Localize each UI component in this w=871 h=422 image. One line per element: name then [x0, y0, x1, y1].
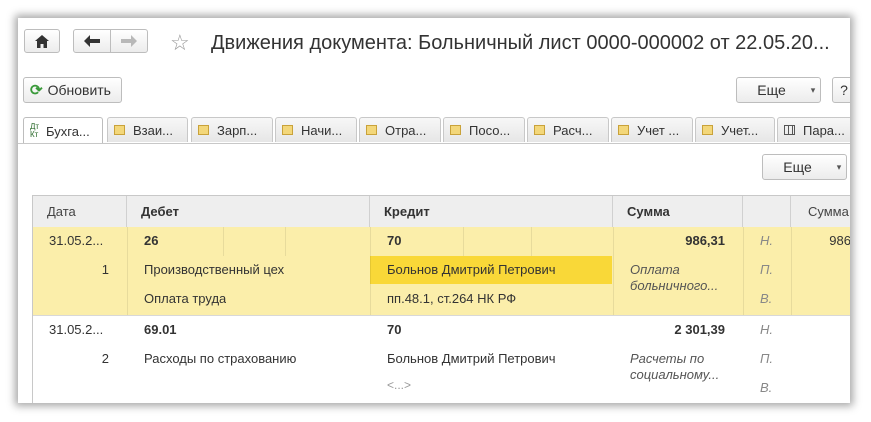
cell-debit-subconto-1: Производственный цех [144, 262, 285, 277]
column-divider [127, 227, 128, 315]
table-icon [784, 125, 795, 135]
tab-label: Бухга... [46, 123, 90, 139]
column-divider [791, 227, 792, 315]
document-movements-window: ☆ Движения документа: Больничный лист 00… [18, 18, 850, 403]
tab-label: Зарп... [217, 122, 258, 138]
tab-accounting[interactable]: Дт Кт Бухга... [23, 117, 103, 144]
column-divider [463, 227, 464, 256]
more-label: Еще [757, 82, 786, 98]
tab-label: Пара... [803, 122, 845, 138]
cell-debit-account: 26 [144, 233, 159, 248]
movements-table: Дата Дебет Кредит Сумма Сумма 31.05.2...… [32, 195, 850, 403]
cell-credit-subconto-2: пп.48.1, ст.264 НК РФ [387, 291, 517, 306]
column-divider [743, 227, 744, 315]
tab-register[interactable]: Расч... [527, 117, 609, 142]
cell-line-number: 1 [101, 262, 109, 277]
tab-divider [18, 143, 850, 144]
cell-line-number: 2 [101, 351, 109, 366]
column-divider [285, 227, 286, 256]
tab-label: Взаи... [133, 122, 173, 138]
cell-sum: 2 301,39 [674, 322, 725, 337]
register-icon [198, 125, 209, 135]
tab-label: Учет ... [637, 122, 680, 138]
column-sum[interactable]: Сумма [613, 196, 743, 227]
register-icon [282, 125, 293, 135]
cell-sum-2: 986 [829, 233, 850, 248]
home-button[interactable] [24, 29, 60, 53]
dt-kt-icon: Дт Кт [30, 122, 40, 139]
cell-debit-account: 69.01 [144, 322, 177, 337]
tab-register[interactable]: Учет... [695, 117, 775, 142]
cell-credit-subconto-2: <...> [387, 378, 412, 392]
arrow-left-icon [84, 35, 100, 47]
column-debit[interactable]: Дебет [127, 196, 370, 227]
tab-register[interactable]: Учет ... [611, 117, 693, 142]
refresh-label: Обновить [47, 82, 111, 98]
star-icon[interactable]: ☆ [170, 30, 190, 56]
cell-content-line-1: Расчеты по [630, 351, 705, 366]
forward-button[interactable] [110, 29, 148, 53]
column-divider [531, 227, 532, 256]
cell-credit-account: 70 [387, 233, 402, 248]
tab-register[interactable]: Пара... [777, 117, 850, 142]
cell-flag-1: Н. [760, 322, 773, 337]
cell-flag-2: П. [760, 351, 774, 366]
register-icon [534, 125, 545, 135]
column-extra[interactable] [743, 196, 791, 227]
chevron-down-icon: ▾ [836, 161, 842, 172]
cell-flag-3: В. [760, 380, 773, 395]
cell-sum: 986,31 [685, 233, 725, 248]
page-title: Движения документа: Больничный лист 0000… [211, 32, 830, 54]
column-sum-2[interactable]: Сумма [791, 196, 850, 227]
column-credit[interactable]: Кредит [370, 196, 613, 227]
table-more-button[interactable]: Еще ▾ [762, 154, 847, 180]
cell-content-line-2: социальному... [630, 367, 720, 382]
cell-date: 31.05.2... [49, 322, 104, 337]
tab-register[interactable]: Отра... [359, 117, 441, 142]
help-button[interactable]: ? [832, 77, 850, 103]
cell-content-line-1: Оплата [630, 262, 680, 277]
register-icon [702, 125, 713, 135]
column-date[interactable]: Дата [33, 196, 127, 227]
arrow-right-icon [121, 35, 137, 47]
cell-content-line-2: больничного... [630, 278, 719, 293]
register-tabs: Дт Кт Бухга... Взаи... Зарп... Начи... От… [23, 117, 850, 144]
more-button[interactable]: Еще ▾ [736, 77, 821, 103]
tab-label: Учет... [721, 122, 759, 138]
tab-register[interactable]: Взаи... [107, 117, 188, 142]
back-button[interactable] [73, 29, 111, 53]
cell-flag-2: П. [760, 262, 774, 277]
refresh-icon: ⟳ [30, 82, 43, 99]
tab-label: Отра... [385, 122, 427, 138]
cell-credit-subconto-1: Больнов Дмитрий Петрович [387, 351, 556, 366]
tab-label: Расч... [553, 122, 593, 138]
register-icon [114, 125, 125, 135]
tab-label: Посо... [469, 122, 511, 138]
table-header: Дата Дебет Кредит Сумма Сумма [33, 196, 850, 228]
cell-debit-subconto-2: Оплата труда [144, 291, 227, 306]
tab-register[interactable]: Начи... [275, 117, 357, 142]
register-icon [450, 125, 461, 135]
chevron-down-icon: ▾ [810, 84, 816, 95]
cell-debit-subconto-1: Расходы по страхованию [144, 351, 297, 366]
cell-credit-account: 70 [387, 322, 402, 337]
tab-label: Начи... [301, 122, 343, 138]
home-icon [35, 34, 49, 48]
register-icon [618, 125, 629, 135]
column-divider [613, 227, 614, 315]
refresh-button[interactable]: ⟳ Обновить [23, 77, 122, 103]
column-divider [370, 227, 371, 315]
table-row[interactable]: 31.05.2... 1 26 Производственный цех Опл… [33, 227, 850, 315]
column-divider [223, 227, 224, 256]
cell-date: 31.05.2... [49, 233, 104, 248]
register-icon [366, 125, 377, 135]
cell-credit-subconto-1: Больнов Дмитрий Петрович [387, 262, 556, 277]
more-label: Еще [783, 159, 812, 175]
cell-flag-1: Н. [760, 233, 773, 248]
tab-register[interactable]: Посо... [443, 117, 525, 142]
table-row[interactable]: 31.05.2... 2 69.01 Расходы по страховани… [33, 316, 850, 403]
tab-register[interactable]: Зарп... [191, 117, 273, 142]
cell-flag-3: В. [760, 291, 773, 306]
